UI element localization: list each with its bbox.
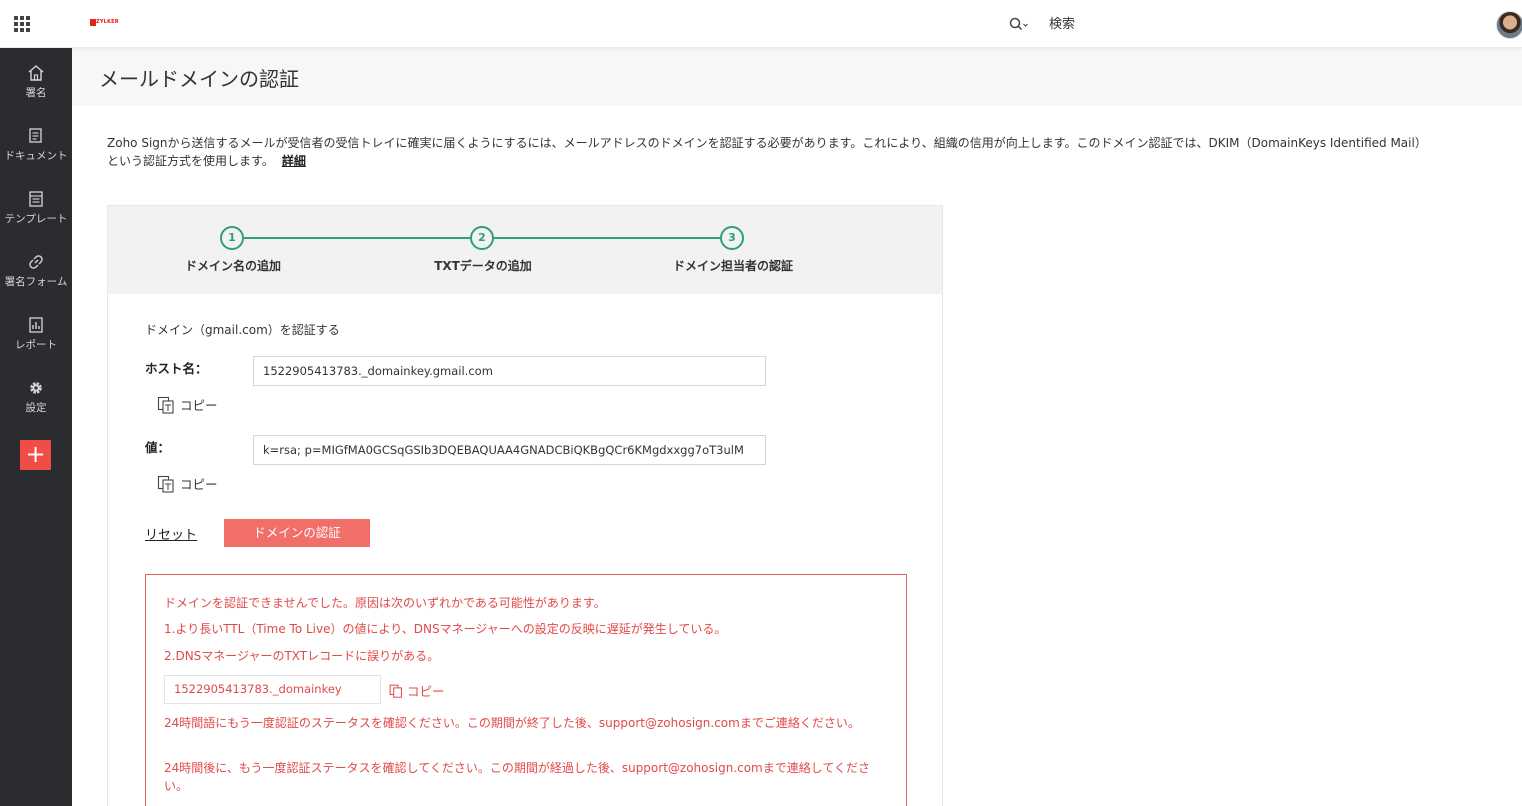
sidebar-item-label: テンプレート bbox=[4, 213, 68, 225]
value-label: 値： bbox=[145, 440, 171, 455]
copy-label: コピー bbox=[407, 684, 445, 699]
host-name-label: ホスト名： bbox=[145, 361, 208, 376]
document-icon bbox=[29, 128, 42, 143]
error-line: 2.DNSマネージャーのTXTレコードに誤りがある。 bbox=[164, 649, 440, 663]
copy-label: コピー bbox=[180, 477, 218, 492]
sidebar-item-label: 署名フォーム bbox=[4, 276, 68, 288]
error-line: 1.より長いTTL（Time To Live）の値により、DNSマネージャーへの… bbox=[164, 622, 727, 636]
sidebar: 署名 ドキュメント テンプレート 署名フォーム レポート 設定 + bbox=[0, 48, 72, 806]
step-number-1: 1 bbox=[220, 226, 244, 250]
page-description: Zoho Signから送信するメールが受信者の受信トレイに確実に届くようにするに… bbox=[107, 134, 1427, 170]
copy-icon bbox=[157, 396, 174, 414]
template-icon bbox=[29, 191, 43, 207]
step-connector bbox=[494, 237, 720, 239]
zylker-logo[interactable]: ZYLKER bbox=[88, 13, 119, 33]
step-number-2: 2 bbox=[470, 226, 494, 250]
add-button[interactable]: + bbox=[20, 440, 51, 470]
domain-verification-card: 1 2 3 ドメイン名の追加 TXTデータの追加 ドメイン担当者の認証 ドメイン… bbox=[107, 205, 943, 806]
page-header: メールドメインの認証 bbox=[72, 48, 1522, 106]
verify-domain-button[interactable]: ドメインの認証 bbox=[224, 519, 370, 547]
page-title: メールドメインの認証 bbox=[99, 67, 299, 91]
sidebar-item-label: レポート bbox=[15, 339, 57, 351]
learn-more-link[interactable]: 詳細 bbox=[282, 154, 306, 168]
sidebar-item-settings[interactable]: 設定 bbox=[0, 379, 72, 437]
gear-icon bbox=[30, 382, 42, 394]
copy-label: コピー bbox=[180, 398, 218, 413]
search-icon[interactable] bbox=[1008, 14, 1032, 34]
step-label-3: ドメイン担当者の認証 bbox=[672, 259, 793, 273]
copy-value-button[interactable]: コピー bbox=[157, 474, 218, 493]
sidebar-item-sign[interactable]: 署名 bbox=[0, 64, 72, 122]
txt-record-field[interactable]: 1522905413783._domainkey bbox=[164, 675, 381, 704]
logo-text: ZYLKER bbox=[96, 19, 119, 25]
sidebar-item-documents[interactable]: ドキュメント bbox=[0, 127, 72, 185]
step-number-3: 3 bbox=[720, 226, 744, 250]
apps-grid-icon[interactable] bbox=[14, 16, 30, 32]
sidebar-item-label: ドキュメント bbox=[4, 150, 68, 162]
link-icon bbox=[29, 255, 43, 269]
sidebar-item-reports[interactable]: レポート bbox=[0, 316, 72, 374]
error-line: 24時間後に、もう一度認証ステータスを確認してください。この期間が経過した後、s… bbox=[164, 761, 871, 793]
copy-host-button[interactable]: コピー bbox=[157, 395, 218, 414]
sidebar-item-templates[interactable]: テンプレート bbox=[0, 190, 72, 248]
copy-icon bbox=[389, 684, 402, 698]
avatar[interactable] bbox=[1496, 11, 1522, 39]
error-message-box: ドメインを認証できませんでした。原因は次のいずれかである可能性があります。 1.… bbox=[145, 574, 907, 806]
report-icon bbox=[29, 317, 43, 333]
value-field[interactable]: k=rsa; p=MIGfMA0GCSqGSIb3DQEBAQUAA4GNADC… bbox=[253, 435, 766, 465]
sidebar-item-sign-forms[interactable]: 署名フォーム bbox=[0, 253, 72, 311]
step-label-1: ドメイン名の追加 bbox=[184, 259, 281, 273]
error-line: 24時間語にもう一度認証のステータスを確認ください。この期間が終了した後、sup… bbox=[164, 716, 860, 730]
stepper: 1 2 3 ドメイン名の追加 TXTデータの追加 ドメイン担当者の認証 bbox=[108, 206, 942, 294]
sidebar-item-label: 署名 bbox=[25, 87, 47, 99]
search-label[interactable]: 検索 bbox=[1049, 13, 1075, 32]
top-bar: ZYLKER 検索 bbox=[0, 0, 1522, 48]
copy-txt-button[interactable]: コピー bbox=[389, 681, 445, 700]
step-label-2: TXTデータの追加 bbox=[434, 259, 532, 273]
host-name-field[interactable]: 1522905413783._domainkey.gmail.com bbox=[253, 356, 766, 386]
error-line: ドメインを認証できませんでした。原因は次のいずれかである可能性があります。 bbox=[164, 596, 606, 610]
reset-link[interactable]: リセット bbox=[145, 524, 197, 543]
copy-icon bbox=[157, 475, 174, 493]
home-icon bbox=[28, 65, 44, 81]
sidebar-item-label: 設定 bbox=[25, 402, 47, 414]
step-connector bbox=[244, 237, 470, 239]
verify-domain-title: ドメイン（gmail.com）を認証する bbox=[145, 323, 340, 337]
